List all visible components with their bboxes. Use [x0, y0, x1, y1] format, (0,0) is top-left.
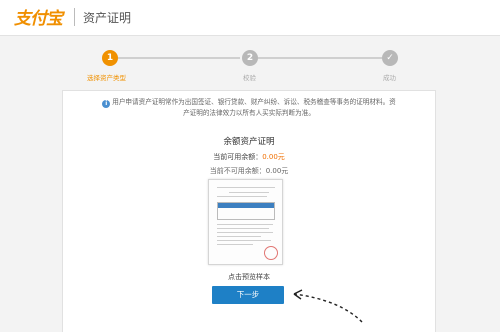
top-header: 支付宝 资产证明: [0, 0, 500, 36]
notice-text: i 用户申请资产证明常作为出国签证、银行贷款、财产纠纷、诉讼、税务稽查等事务的证明…: [99, 97, 399, 118]
sample-text-line: [217, 240, 271, 241]
certificate-sample-thumbnail[interactable]: [208, 179, 283, 265]
sample-text-line: [217, 228, 269, 229]
step-connector: [258, 57, 382, 59]
available-balance-label: 当前可用余额：: [213, 153, 263, 161]
available-balance-row: 当前可用余额：0.00元: [63, 152, 435, 162]
dashed-arrow-icon: [293, 289, 363, 323]
notice-body: 用户申请资产证明常作为出国签证、银行贷款、财产纠纷、诉讼、税务稽查等事务的证明材…: [112, 98, 396, 117]
sample-text-line: [229, 192, 269, 193]
sample-text-line: [217, 244, 253, 245]
sample-text-line: [217, 232, 273, 233]
unavailable-balance-row: 当前不可用余额：0.00元: [63, 166, 435, 176]
sample-table-header: [218, 203, 274, 208]
step-connector: [118, 57, 240, 59]
alipay-logo[interactable]: 支付宝: [14, 4, 63, 29]
sample-text-line: [217, 196, 267, 197]
progress-steps: 1 2 ✓ 选择资产类型 校验 成功: [0, 44, 500, 84]
unavailable-balance-value: 0.00元: [265, 167, 289, 175]
info-icon: i: [102, 100, 111, 108]
step-3-label: 成功: [383, 74, 396, 82]
certificate-title: 余额资产证明: [223, 137, 275, 147]
sample-text-line: [217, 236, 261, 237]
unavailable-balance-label: 当前不可用余额：: [209, 167, 266, 175]
step-1-label: 选择资产类型: [87, 74, 126, 82]
sample-text-line: [217, 224, 273, 225]
next-step-button[interactable]: 下一步: [212, 286, 284, 304]
sample-seal-icon: [264, 246, 278, 260]
preview-sample-link[interactable]: 点击预览样本: [63, 272, 435, 282]
step-2-marker: 2: [242, 50, 258, 66]
sample-table: [217, 202, 275, 220]
step-3-checkmark-icon: ✓: [382, 50, 398, 66]
sample-text-line: [217, 187, 275, 188]
step-1-marker: 1: [102, 50, 118, 66]
asset-proof-panel: i 用户申请资产证明常作为出国签证、银行贷款、财产纠纷、诉讼、税务稽查等事务的证明…: [62, 90, 436, 332]
step-2-label: 校验: [243, 74, 256, 82]
available-balance-value: 0.00元: [262, 153, 285, 161]
header-divider: [74, 8, 75, 26]
page-title: 资产证明: [83, 11, 132, 25]
